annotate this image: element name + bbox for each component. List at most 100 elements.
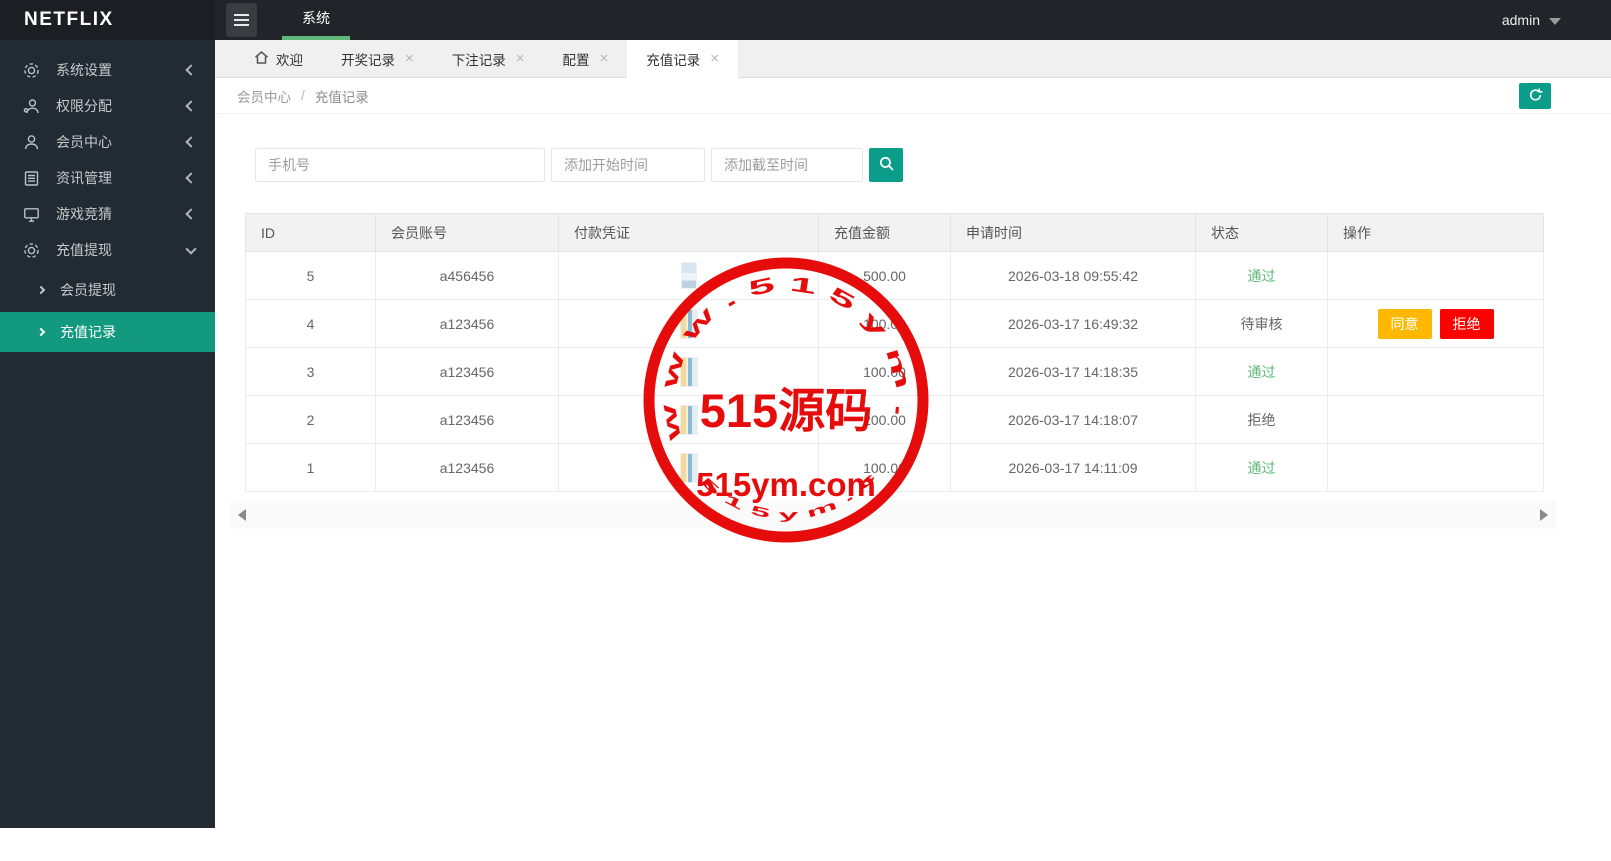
status-badge: 拒绝 [1247,411,1276,428]
chevron-down-icon [185,242,197,255]
main-content: 欢迎 开奖记录 × 下注记录 × 配置 × 充值记录 × 会员中心 / 充值记录 [215,40,1611,828]
sidebar-item-label: 游戏竞猜 [56,206,112,222]
breadcrumb-current: 充值记录 [314,89,369,105]
active-nav-underline [282,36,350,40]
member-account: a123456 [375,395,559,444]
payment-voucher-thumbnail[interactable] [680,405,697,434]
gear-icon [22,241,41,260]
actions-cell [1327,395,1544,444]
document-icon [22,169,41,188]
scroll-right-icon[interactable] [1540,509,1548,521]
permission-user-icon [22,97,41,116]
username-label: admin [1501,12,1540,28]
sidebar-item-member-center[interactable]: 会员中心 [0,124,215,160]
record-id: 4 [245,299,376,348]
sidebar-item-label: 会员中心 [56,134,112,150]
payment-voucher-cell [558,299,819,348]
hamburger-menu-button[interactable] [226,3,257,37]
table-row: 4 a123456 100.00 2026-03-17 16:49:32 待审核 同意 拒绝 [245,299,1544,348]
search-toolbar [255,148,1611,182]
tab-welcome[interactable]: 欢迎 [235,40,322,77]
start-time-input[interactable] [551,148,705,182]
sidebar-item-news-management[interactable]: 资讯管理 [0,160,215,196]
payment-voucher-thumbnail[interactable] [680,357,697,386]
reject-button[interactable]: 拒绝 [1439,308,1494,339]
scroll-left-icon[interactable] [238,509,246,521]
actions-cell [1327,443,1544,492]
sidebar-item-label: 系统设置 [56,62,112,78]
payment-voucher-thumbnail[interactable] [680,453,697,482]
status-badge: 通过 [1247,363,1276,380]
table-header-row: ID 会员账号 付款凭证 充值金额 申请时间 状态 操作 [245,213,1544,252]
apply-time: 2026-03-17 16:49:32 [950,299,1196,348]
member-account: a123456 [375,347,559,396]
column-header: 付款凭证 [558,213,819,252]
record-id: 5 [245,251,376,300]
sidebar-subitem-recharge-records[interactable]: 充值记录 [0,312,215,352]
payment-voucher-thumbnail[interactable] [681,263,696,288]
horizontal-scrollbar[interactable] [230,501,1556,529]
phone-input[interactable] [255,148,545,182]
sidebar-item-game-guess[interactable]: 游戏竞猜 [0,196,215,232]
actions-cell: 同意 拒绝 [1327,299,1544,348]
member-account: a123456 [375,299,559,348]
chevron-down-icon [1549,17,1561,25]
payment-voucher-cell [558,347,819,396]
sidebar: 系统设置 权限分配 会员中心 资讯管理 游戏竞猜 充值提现 会员提现 充值记录 [0,40,215,828]
chevron-left-icon [185,208,197,220]
close-icon[interactable]: × [710,51,719,66]
sidebar-item-label: 权限分配 [56,98,112,114]
recharge-amount: 100.00 [818,347,951,396]
tab-bet-records[interactable]: 下注记录 × [433,40,544,77]
status-cell: 待审核 [1195,299,1328,348]
close-icon[interactable]: × [600,51,609,66]
column-header: 申请时间 [950,213,1196,252]
gear-icon [22,61,41,80]
member-account: a456456 [375,251,559,300]
end-time-input[interactable] [711,148,863,182]
topnav-item-system[interactable]: 系统 [278,0,354,40]
column-header: 充值金额 [818,213,951,252]
record-id: 2 [245,395,376,444]
tab-config[interactable]: 配置 × [544,40,628,77]
recharge-amount: 200.00 [818,395,951,444]
status-cell: 拒绝 [1195,395,1328,444]
breadcrumb-parent: 会员中心 [237,89,291,105]
status-badge: 通过 [1247,267,1276,284]
tab-lottery-records[interactable]: 开奖记录 × [322,40,433,77]
payment-voucher-cell [558,395,819,444]
search-icon [878,155,895,175]
sidebar-item-permissions[interactable]: 权限分配 [0,88,215,124]
approve-button[interactable]: 同意 [1377,308,1432,339]
search-button[interactable] [869,148,903,182]
sidebar-subitem-label: 会员提现 [60,282,116,298]
monitor-icon [22,205,41,224]
sidebar-item-recharge-withdraw[interactable]: 充值提现 [0,232,215,268]
refresh-button[interactable] [1519,83,1551,109]
recharge-amount: 100.00 [818,299,951,348]
actions-cell [1327,347,1544,396]
apply-time: 2026-03-17 14:18:07 [950,395,1196,444]
tab-label: 配置 [562,52,590,68]
close-icon[interactable]: × [405,51,414,66]
tab-bar: 欢迎 开奖记录 × 下注记录 × 配置 × 充值记录 × [215,40,1611,78]
payment-voucher-cell [558,251,819,300]
column-header: 操作 [1327,213,1544,252]
close-icon[interactable]: × [516,51,525,66]
chevron-right-icon [36,327,46,337]
records-table: ID 会员账号 付款凭证 充值金额 申请时间 状态 操作 5 a456456 500.00 202… [245,213,1544,492]
record-id: 3 [245,347,376,396]
sidebar-item-label: 资讯管理 [56,170,112,186]
member-account: a123456 [375,443,559,492]
home-icon [254,50,269,68]
payment-voucher-thumbnail[interactable] [680,309,697,338]
sidebar-subitem-member-withdraw[interactable]: 会员提现 [0,270,215,310]
tab-recharge-records[interactable]: 充值记录 × [627,40,739,78]
app-logo: NETFLIX [0,0,215,40]
breadcrumb: 会员中心 / 充值记录 [215,78,1611,114]
recharge-amount: 100.00 [818,443,951,492]
user-menu[interactable]: admin [1502,0,1611,40]
status-cell: 通过 [1195,251,1328,300]
payment-voucher-cell [558,443,819,492]
sidebar-item-system-settings[interactable]: 系统设置 [0,52,215,88]
